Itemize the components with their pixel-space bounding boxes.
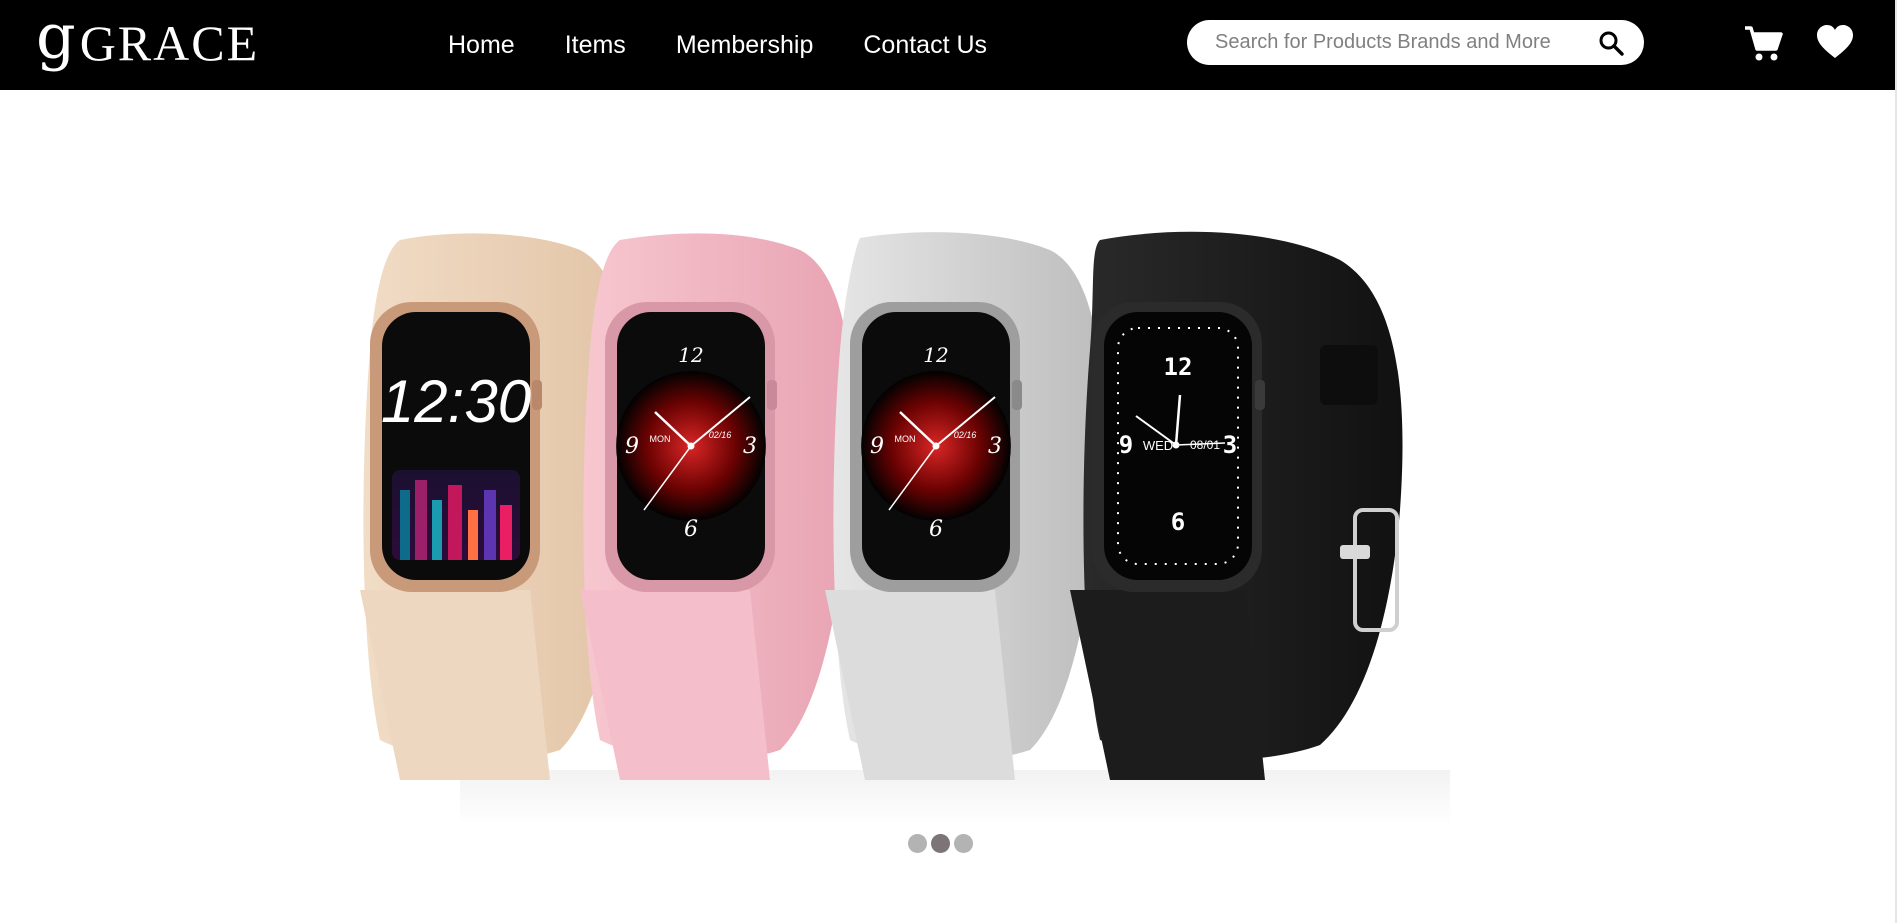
watch-silver: 12 3 6 9 MON 02/16: [825, 232, 1103, 780]
svg-text:MON: MON: [650, 434, 671, 444]
svg-text:6: 6: [684, 517, 698, 542]
svg-text:3: 3: [1223, 431, 1237, 459]
hero-carousel-slide[interactable]: 12:30 12 3 6 9 MON 02/16 12 3 6 9 MON 02…: [300, 90, 1610, 825]
svg-text:02/16: 02/16: [709, 430, 732, 440]
search-bar: [1187, 20, 1644, 65]
svg-text:9: 9: [870, 434, 884, 459]
carousel-dot-1[interactable]: [908, 834, 927, 853]
svg-text:6: 6: [1171, 508, 1185, 536]
logo-mark: g: [36, 0, 76, 73]
svg-text:12: 12: [1164, 353, 1193, 381]
nav-link-items[interactable]: Items: [565, 31, 626, 60]
svg-text:12: 12: [678, 343, 703, 367]
smartwatches-image: 12:30 12 3 6 9 MON 02/16 12 3 6 9 MON 02…: [360, 231, 1450, 825]
svg-text:12: 12: [923, 343, 948, 367]
svg-text:MON: MON: [895, 434, 916, 444]
top-navbar: g GRACE Home Items Membership Contact Us: [0, 0, 1895, 90]
nav-link-home[interactable]: Home: [448, 31, 515, 60]
heart-icon[interactable]: [1816, 24, 1854, 60]
svg-text:02/16: 02/16: [954, 430, 977, 440]
watch-pink: 12 3 6 9 MON 02/16: [580, 233, 853, 780]
svg-text:3: 3: [743, 434, 757, 459]
svg-text:3: 3: [988, 434, 1002, 459]
nav-link-contact-us[interactable]: Contact Us: [863, 31, 987, 60]
cart-icon[interactable]: [1743, 23, 1783, 63]
watch-black: 12 3 6 9 WED 08/01: [1070, 231, 1403, 780]
carousel-dot-3[interactable]: [954, 834, 973, 853]
svg-text:6: 6: [929, 517, 943, 542]
watch-beige-time: 12:30: [381, 368, 531, 435]
main-nav: Home Items Membership Contact Us: [448, 0, 1037, 90]
nav-link-membership[interactable]: Membership: [676, 31, 814, 60]
carousel-dot-2[interactable]: [931, 834, 950, 853]
svg-text:9: 9: [625, 434, 639, 459]
search-input[interactable]: [1215, 20, 1585, 65]
svg-text:08/01: 08/01: [1190, 438, 1220, 452]
logo-text: GRACE: [79, 15, 260, 71]
svg-text:9: 9: [1119, 431, 1133, 459]
search-icon[interactable]: [1598, 30, 1624, 56]
brand-logo[interactable]: g GRACE: [36, 6, 260, 74]
carousel-indicators: [908, 834, 977, 853]
